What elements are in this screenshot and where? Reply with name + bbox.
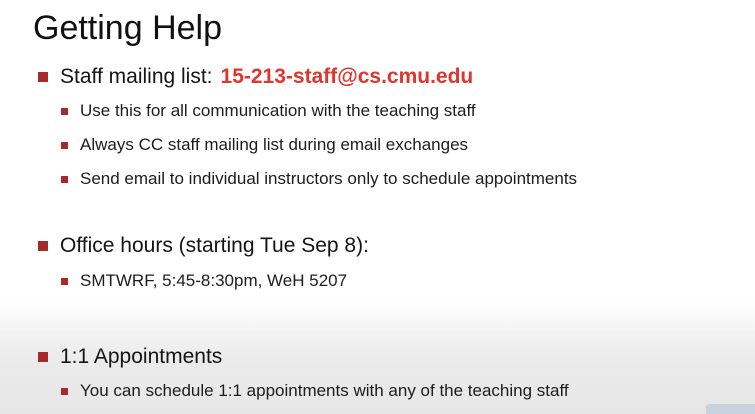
subbullet-item: Use this for all communication with the … — [61, 99, 476, 123]
bullet-staff-mailing-list: Staff mailing list: 15-213-staff@cs.cmu.… — [38, 63, 473, 91]
bullet-label: Office hours (starting Tue Sep 8): — [60, 234, 369, 257]
slide: Getting Help Staff mailing list: 15-213-… — [0, 0, 755, 414]
subbullet-item: You can schedule 1:1 appointments with a… — [61, 379, 569, 403]
square-bullet-icon — [61, 107, 68, 115]
square-bullet-icon — [61, 175, 68, 183]
square-bullet-icon — [38, 352, 48, 362]
subbullet-item: Always CC staff mailing list during emai… — [61, 133, 468, 157]
subbullet-item: SMTWRF, 5:45-8:30pm, WeH 5207 — [61, 269, 347, 293]
square-bullet-icon — [61, 277, 68, 285]
subbullet-text: You can schedule 1:1 appointments with a… — [80, 381, 569, 400]
subbullet-text: Use this for all communication with the … — [80, 101, 476, 120]
subbullet-item: Send email to individual instructors onl… — [61, 167, 577, 191]
subbullet-text: SMTWRF, 5:45-8:30pm, WeH 5207 — [80, 271, 348, 290]
square-bullet-icon — [61, 387, 68, 395]
square-bullet-icon — [38, 72, 48, 82]
subbullet-text: Send email to individual instructors onl… — [80, 169, 578, 188]
square-bullet-icon — [38, 241, 48, 251]
bullet-label: Staff mailing list: — [60, 65, 213, 88]
bullet-office-hours: Office hours (starting Tue Sep 8): — [38, 232, 369, 260]
bullet-label: 1:1 Appointments — [60, 345, 223, 368]
staff-email-link[interactable]: 15-213-staff@cs.cmu.edu — [221, 63, 474, 91]
corner-overlay — [706, 404, 755, 414]
bullet-appointments: 1:1 Appointments — [38, 343, 222, 371]
slide-title: Getting Help — [33, 9, 222, 47]
subbullet-text: Always CC staff mailing list during emai… — [80, 135, 469, 154]
square-bullet-icon — [61, 141, 68, 149]
